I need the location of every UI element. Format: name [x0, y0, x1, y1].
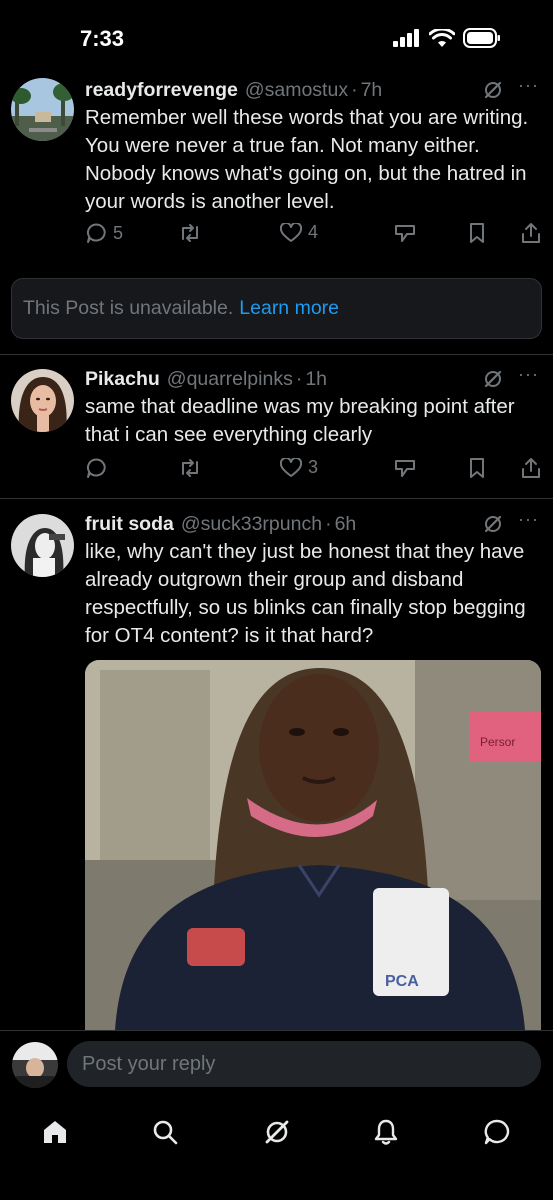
like-button[interactable]: 3: [280, 457, 318, 478]
my-avatar[interactable]: [12, 1042, 58, 1088]
nav-home[interactable]: [35, 1112, 75, 1152]
username[interactable]: @quarrelpinks: [167, 368, 293, 391]
like-icon: [280, 222, 302, 242]
share-icon: [522, 223, 540, 243]
tweet-media-image[interactable]: Persor PCA: [85, 660, 541, 1030]
like-count: 4: [308, 222, 319, 242]
tweet-header: fruit soda @suck33rpunch · 6h: [85, 511, 539, 537]
display-name[interactable]: Pikachu: [85, 368, 160, 391]
reply-count: 5: [113, 222, 124, 243]
bell-icon: [374, 1119, 398, 1145]
divider: [0, 498, 553, 499]
tweet-actions: 5 4: [85, 222, 542, 248]
nav-search[interactable]: [145, 1112, 185, 1152]
repost-icon: [182, 224, 198, 242]
more-icon[interactable]: ···: [518, 75, 539, 96]
share-icon: [522, 458, 540, 478]
reply-input[interactable]: [67, 1041, 541, 1087]
reply-button[interactable]: 5: [85, 222, 123, 244]
repost-button[interactable]: [178, 457, 208, 479]
grok-icon[interactable]: [483, 514, 503, 534]
display-name[interactable]: readyforrevenge: [85, 79, 238, 102]
share-button[interactable]: [520, 457, 542, 479]
bottom-nav: [0, 1096, 553, 1200]
analytics-icon: [395, 225, 415, 242]
tweet-text: Remember well these words that you are w…: [85, 106, 529, 213]
analytics-button[interactable]: [393, 222, 417, 244]
more-icon[interactable]: ···: [518, 509, 539, 530]
tweet-text: like, why can't they just be honest that…: [85, 540, 526, 647]
username[interactable]: @samostux: [245, 79, 348, 102]
separator-dot: ·: [351, 78, 358, 101]
unavailable-text: This Post is unavailable.: [23, 297, 234, 319]
repost-icon: [182, 459, 198, 477]
reply-icon: [86, 223, 106, 243]
media-badge-text: PCA: [385, 973, 419, 990]
share-button[interactable]: [520, 222, 542, 244]
avatar[interactable]: [11, 369, 74, 432]
status-icons: [393, 28, 501, 48]
bookmark-button[interactable]: [468, 222, 486, 244]
like-icon: [280, 457, 302, 477]
timestamp[interactable]: 6h: [335, 513, 357, 536]
like-button[interactable]: 4: [280, 222, 318, 243]
analytics-icon: [395, 460, 415, 477]
tweet-header: Pikachu @quarrelpinks · 1h: [85, 366, 539, 392]
tweet-text: same that deadline was my breaking point…: [85, 395, 515, 446]
username[interactable]: @suck33rpunch: [181, 513, 322, 536]
grok-icon[interactable]: [483, 369, 503, 389]
nav-grok[interactable]: [257, 1112, 297, 1152]
timestamp[interactable]: 1h: [305, 368, 327, 391]
avatar[interactable]: [11, 78, 74, 141]
bookmark-icon: [470, 223, 484, 243]
nav-messages[interactable]: [477, 1112, 517, 1152]
learn-more-link[interactable]: Learn more: [239, 297, 339, 320]
display-name[interactable]: fruit soda: [85, 513, 174, 536]
tweet-header: readyforrevenge @samostux · 7h: [85, 77, 539, 103]
signal-icon: [393, 29, 419, 47]
messages-icon: [484, 1119, 510, 1145]
unavailable-post-notice: This Post is unavailable. Learn more: [11, 278, 542, 339]
tweet-actions: 3: [85, 457, 542, 483]
status-bar: 7:33: [0, 0, 553, 70]
grok-icon[interactable]: [483, 80, 503, 100]
reply-button[interactable]: [85, 457, 113, 479]
divider: [0, 354, 553, 355]
reply-bar: [0, 1030, 553, 1096]
media-sign-text: Persor: [480, 735, 515, 749]
home-icon: [44, 1121, 66, 1143]
more-icon[interactable]: ···: [518, 364, 539, 385]
reply-icon: [86, 458, 106, 478]
repost-button[interactable]: [178, 222, 208, 244]
separator-dot: ·: [295, 367, 303, 390]
grok-icon: [265, 1120, 289, 1144]
wifi-icon: [429, 28, 455, 47]
bookmark-icon: [470, 458, 484, 478]
analytics-button[interactable]: [393, 457, 417, 479]
nav-notifications[interactable]: [366, 1112, 406, 1152]
separator-dot: ·: [325, 512, 332, 535]
bookmark-button[interactable]: [468, 457, 486, 479]
battery-icon: [463, 28, 500, 48]
avatar[interactable]: [11, 514, 74, 577]
like-count: 3: [308, 457, 319, 477]
status-time: 7:33: [80, 26, 125, 51]
search-icon: [153, 1120, 178, 1145]
timestamp[interactable]: 7h: [361, 79, 383, 102]
